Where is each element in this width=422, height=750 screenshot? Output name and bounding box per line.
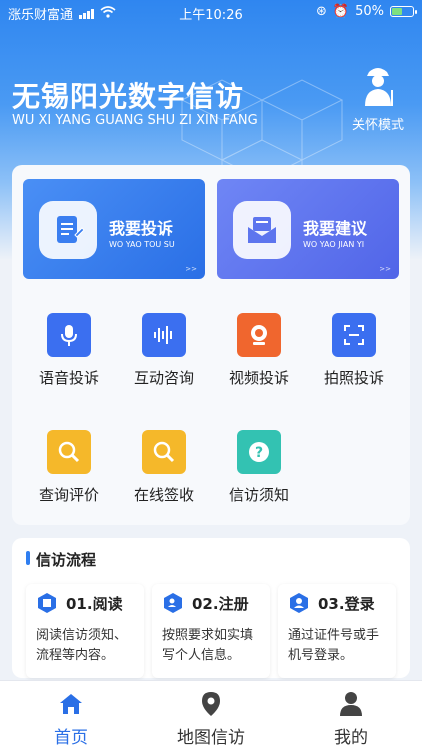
tab-label: 地图信访 [177, 728, 245, 748]
tab-label: 我的 [334, 728, 368, 748]
grid-label: 信访须知 [228, 486, 289, 504]
step-title: 01.阅读 [66, 594, 123, 613]
elderly-icon [355, 62, 401, 108]
tab-mine[interactable]: 我的 [301, 691, 401, 748]
battery-percent: 50% [355, 4, 384, 19]
rotation-lock-icon: ⊛ [316, 4, 327, 19]
document-edit-icon [39, 201, 97, 259]
flow-step-read[interactable]: 01.阅读 阅读信访须知、流程等内容。 [26, 584, 144, 678]
question-icon: ? [237, 430, 281, 474]
webcam-icon [237, 313, 281, 357]
suggestion-label: 我要建议 [303, 219, 368, 238]
grid-label: 在线签收 [133, 486, 194, 504]
grid-label: 查询评价 [38, 486, 99, 504]
flow-step-register[interactable]: 02.注册 按照要求如实填写个人信息。 [152, 584, 270, 678]
flow-step-login[interactable]: 03.登录 通过证件号或手机号登录。 [278, 584, 396, 678]
grid-label: 拍照投诉 [323, 369, 384, 387]
step-text: 通过证件号或手机号登录。 [288, 628, 380, 663]
alarm-icon: ⏰ [332, 4, 350, 19]
photo-complaint-item[interactable]: 拍照投诉 [308, 313, 400, 388]
services-card: 我要投诉 WO YAO TOU SU >> 我要建议 WO YAO JIAN Y… [12, 165, 410, 525]
mail-open-icon [233, 201, 291, 259]
consult-item[interactable]: 互动咨询 [118, 313, 210, 388]
step-title: 03.登录 [318, 594, 375, 613]
book-icon [36, 592, 58, 614]
user-add-icon [162, 592, 184, 614]
step-title: 02.注册 [192, 594, 249, 613]
flow-card: 信访流程 01.阅读 阅读信访须知、流程等内容。 02.注册 按照要求如实填写个… [12, 538, 410, 678]
complaint-button[interactable]: 我要投诉 WO YAO TOU SU >> [23, 179, 205, 279]
suggestion-arrow: >> [379, 265, 391, 273]
step-text: 阅读信访须知、流程等内容。 [36, 628, 128, 663]
page-title: 无锡阳光数字信访 [12, 80, 245, 113]
complaint-sub: WO YAO TOU SU [109, 240, 175, 249]
care-mode-label: 关怀模式 [351, 118, 404, 133]
microphone-icon [47, 313, 91, 357]
flow-title: 信访流程 [26, 549, 96, 570]
battery-icon [390, 6, 417, 17]
care-mode-button[interactable]: 关怀模式 [348, 62, 408, 133]
suggestion-button[interactable]: 我要建议 WO YAO JIAN YI >> [217, 179, 399, 279]
step-text: 按照要求如实填写个人信息。 [162, 628, 254, 663]
sign-item[interactable]: 在线签收 [118, 430, 210, 505]
svg-text:?: ? [255, 445, 263, 461]
grid-label: 语音投诉 [38, 369, 99, 387]
notice-item[interactable]: ? 信访须知 [213, 430, 305, 505]
page-subtitle: WU XI YANG GUANG SHU ZI XIN FANG [12, 113, 258, 128]
tab-home[interactable]: 首页 [21, 691, 121, 748]
soundwave-icon [142, 313, 186, 357]
magnifier-icon [142, 430, 186, 474]
query-item[interactable]: 查询评价 [23, 430, 115, 505]
user-icon [288, 592, 310, 614]
scan-icon [332, 313, 376, 357]
voice-complaint-item[interactable]: 语音投诉 [23, 313, 115, 388]
grid-label: 互动咨询 [133, 369, 194, 387]
tab-map[interactable]: 地图信访 [161, 691, 261, 748]
map-pin-icon [198, 691, 224, 717]
person-icon [338, 691, 364, 717]
home-icon [58, 691, 84, 717]
suggestion-sub: WO YAO JIAN YI [303, 240, 365, 249]
status-bar: 涨乐财富通 上午10:26 ⊛ ⏰ 50% [0, 0, 422, 24]
video-complaint-item[interactable]: 视频投诉 [213, 313, 305, 388]
tab-bar: 首页 地图信访 我的 [0, 680, 422, 750]
complaint-label: 我要投诉 [109, 219, 174, 238]
magnifier-icon [47, 430, 91, 474]
complaint-arrow: >> [185, 265, 197, 273]
tab-label: 首页 [54, 728, 88, 748]
grid-label: 视频投诉 [228, 369, 289, 387]
